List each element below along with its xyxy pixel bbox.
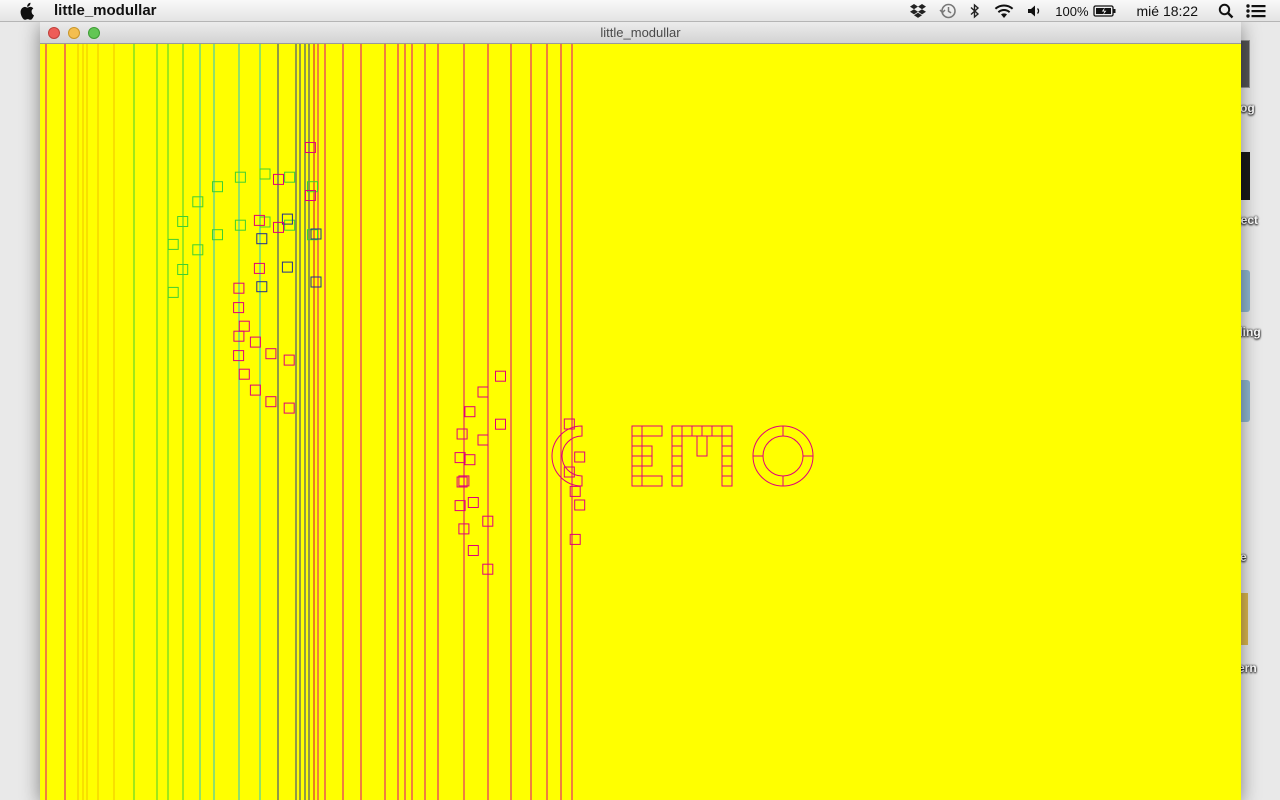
sketch-canvas[interactable] [40, 44, 1241, 800]
wifi-icon[interactable] [993, 2, 1015, 20]
apple-logo-icon[interactable] [19, 2, 37, 20]
battery-percent[interactable]: 100% [1055, 4, 1088, 19]
notification-center-icon[interactable] [1246, 2, 1266, 20]
time-machine-icon[interactable] [939, 2, 957, 20]
window-titlebar[interactable]: little_modullar [40, 22, 1241, 44]
close-button[interactable] [48, 27, 60, 39]
spotlight-icon[interactable] [1218, 2, 1234, 20]
minimize-button[interactable] [68, 27, 80, 39]
app-name-menu[interactable]: little_modullar [54, 2, 157, 19]
app-window: little_modullar [40, 22, 1241, 800]
bluetooth-icon[interactable] [969, 2, 981, 20]
desktop-icon-label[interactable]: og [1240, 101, 1255, 115]
menu-bar: little_modullar 100% mié 18:22 [0, 0, 1280, 22]
canvas-background [40, 44, 1241, 800]
battery-icon[interactable] [1092, 2, 1117, 20]
zoom-button[interactable] [88, 27, 100, 39]
volume-icon[interactable] [1027, 2, 1043, 20]
dropbox-icon[interactable] [909, 2, 927, 20]
desktop-icon-label[interactable]: e [1240, 550, 1247, 564]
window-title: little_modullar [600, 25, 681, 40]
clock[interactable]: mié 18:22 [1137, 3, 1198, 19]
status-area: 100% mié 18:22 [903, 0, 1272, 22]
